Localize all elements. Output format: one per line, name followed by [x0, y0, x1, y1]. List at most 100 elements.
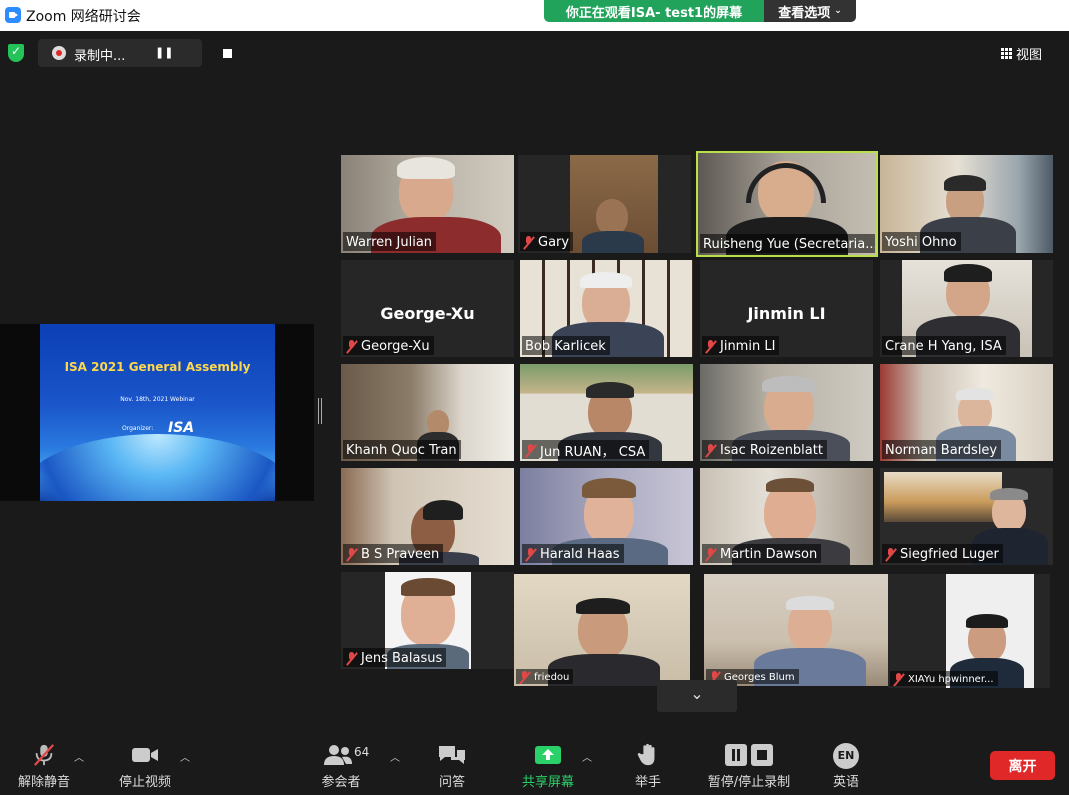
slide-title: ISA 2021 General Assembly: [64, 360, 251, 374]
participant-name: Isac Roizenblatt: [702, 440, 827, 459]
participant-name: Bob Karlicek: [522, 336, 610, 355]
video-tile[interactable]: Georges Blum: [704, 574, 890, 686]
share-screen-button[interactable]: 共享屏幕: [514, 725, 582, 795]
participant-name: Jun RUAN， CSA: [522, 440, 650, 459]
participant-name: Khanh Quoc Tran: [343, 440, 461, 459]
participants-options-caret-icon[interactable]: ︿: [390, 749, 400, 764]
muted-mic-icon: [525, 443, 536, 457]
muted-mic-icon: [523, 235, 534, 249]
stop-video-button[interactable]: 停止视频: [112, 725, 178, 795]
recording-label: 录制中...: [74, 49, 126, 64]
view-button-label: 视图: [1016, 47, 1043, 63]
muted-mic-icon: [705, 339, 716, 353]
view-options-label: 查看选项: [778, 5, 831, 21]
participant-name: Harald Haas: [522, 544, 624, 563]
participants-icon: [324, 745, 352, 765]
earth-horizon-graphic: [40, 434, 275, 501]
share-options-caret-icon[interactable]: ︿: [582, 749, 592, 764]
view-button[interactable]: 视图: [1001, 42, 1059, 64]
video-tile[interactable]: Bob Karlicek: [520, 260, 693, 357]
participant-display-name: Jinmin LI: [747, 304, 826, 323]
muted-mic-icon: [885, 547, 896, 561]
stop-video-label: 停止视频: [118, 775, 171, 790]
language-badge-icon: EN: [833, 743, 859, 769]
participant-name: Norman Bardsley: [882, 440, 1002, 459]
leave-button[interactable]: 离开: [990, 751, 1055, 780]
language-interpretation-button[interactable]: EN 英语: [822, 725, 870, 795]
participants-count: 64: [354, 745, 370, 759]
stop-recording-button[interactable]: [223, 49, 232, 58]
unmute-label: 解除静音: [17, 775, 70, 790]
video-tile[interactable]: friedou: [514, 574, 690, 686]
video-camera-icon: [132, 748, 158, 762]
zoom-webinar-window: Zoom 网络研讨会 你正在观看ISA- test1的屏幕 查看选项 ⌄ 录制中…: [0, 0, 1069, 795]
video-tile[interactable]: Siegfried Luger: [880, 468, 1053, 565]
share-banner: 你正在观看ISA- test1的屏幕 查看选项 ⌄: [544, 0, 856, 22]
participants-button[interactable]: 64 参会者: [306, 725, 376, 795]
share-screen-label: 共享屏幕: [521, 775, 574, 790]
video-tile[interactable]: Jens Balasus: [341, 572, 514, 669]
recording-dot-icon: [52, 46, 66, 60]
video-tile[interactable]: George-Xu George-Xu: [341, 260, 514, 357]
muted-mic-icon: [346, 339, 357, 353]
participant-name: Martin Dawson: [702, 544, 822, 563]
participant-name: Yoshi Ohno: [882, 232, 961, 251]
video-tile[interactable]: Yoshi Ohno: [880, 155, 1053, 253]
qa-label: 问答: [438, 775, 465, 790]
pause-stop-recording-button[interactable]: 暂停/停止录制: [700, 725, 798, 795]
qa-button[interactable]: 问答: [424, 725, 480, 795]
slide-organizer-label: Organizer:: [122, 425, 154, 432]
muted-mic-icon: [705, 547, 716, 561]
video-tile[interactable]: Harald Haas: [520, 468, 693, 565]
participant-name: B S Praveen: [343, 544, 444, 563]
presentation-slide: ISA 2021 General Assembly Nov. 18th, 202…: [40, 324, 275, 501]
grid-view-icon: [1001, 47, 1012, 59]
encryption-shield-icon[interactable]: [8, 44, 24, 62]
video-tile[interactable]: Warren Julian: [341, 155, 514, 253]
unmute-button[interactable]: 解除静音: [12, 725, 76, 795]
pause-recording-button[interactable]: ❚❚: [155, 46, 173, 60]
raise-hand-icon: [637, 743, 655, 766]
participant-name: Gary: [520, 232, 574, 251]
shared-screen: ISA 2021 General Assembly Nov. 18th, 202…: [0, 324, 314, 501]
video-tile[interactable]: Crane H Yang, ISA: [880, 260, 1053, 357]
participant-name: Crane H Yang, ISA: [882, 336, 1006, 355]
video-options-caret-icon[interactable]: ︿: [180, 749, 190, 764]
view-options-button[interactable]: 查看选项 ⌄: [764, 0, 856, 22]
raise-hand-button[interactable]: 举手: [624, 725, 672, 795]
pause-stop-recording-label: 暂停/停止录制: [707, 775, 791, 790]
qa-chat-bubbles-icon: [439, 746, 465, 764]
share-banner-text: 你正在观看ISA- test1的屏幕: [544, 0, 764, 22]
video-tile-active-speaker[interactable]: Ruisheng Yue (Secretaria...: [696, 151, 878, 257]
zoom-logo-icon: [5, 7, 21, 23]
video-tile[interactable]: XIAYu hpwinner...: [888, 574, 1050, 688]
slide-organizer-logo: ISA: [168, 420, 195, 436]
audio-options-caret-icon[interactable]: ︿: [74, 749, 84, 764]
meeting-toolbar: 解除静音 ︿ 停止视频 ︿ 64 参会者 ︿ 问答 共享屏幕 ︿ 举手 暂停/停…: [0, 725, 1069, 795]
participant-name: XIAYu hpwinner...: [890, 671, 998, 686]
muted-mic-icon: [346, 547, 357, 561]
muted-mic-icon: [705, 443, 716, 457]
muted-microphone-icon: [33, 744, 55, 766]
participant-display-name: George-Xu: [380, 304, 475, 323]
scroll-gallery-down-button[interactable]: ⌄: [657, 680, 737, 712]
pause-stop-recording-icon: [725, 744, 773, 766]
raise-hand-label: 举手: [634, 775, 661, 790]
video-tile[interactable]: B S Praveen: [341, 468, 514, 565]
video-tile[interactable]: Jinmin LI Jinmin LI: [700, 260, 873, 357]
video-tile[interactable]: Khanh Quoc Tran: [341, 364, 514, 461]
video-tile[interactable]: Martin Dawson: [700, 468, 873, 565]
participant-name: Jens Balasus: [343, 648, 447, 667]
participant-name: Jinmin LI: [702, 336, 780, 355]
slide-date: Nov. 18th, 2021 Webinar: [120, 396, 195, 403]
video-tile[interactable]: Norman Bardsley: [880, 364, 1053, 461]
chevron-down-icon: ⌄: [834, 6, 842, 16]
muted-mic-icon: [346, 651, 357, 665]
video-tile[interactable]: Jun RUAN， CSA: [520, 364, 693, 461]
participant-name: George-Xu: [343, 336, 434, 355]
split-view-divider[interactable]: [318, 398, 322, 424]
participant-name: friedou: [516, 669, 574, 684]
video-tile[interactable]: Gary: [518, 155, 691, 253]
participant-name: Ruisheng Yue (Secretaria...: [700, 234, 875, 253]
video-tile[interactable]: Isac Roizenblatt: [700, 364, 873, 461]
